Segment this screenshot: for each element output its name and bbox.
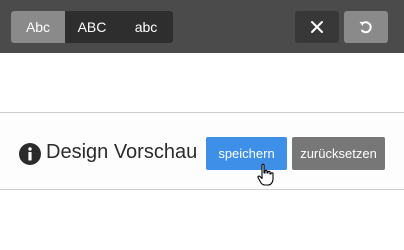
hand-cursor-icon [257, 163, 274, 186]
undo-icon [359, 21, 372, 34]
text-case-toggle-group: Abc ABC abc [11, 11, 173, 43]
undo-button[interactable] [344, 11, 388, 43]
reset-button[interactable]: zurücksetzen [292, 137, 385, 170]
case-button-title[interactable]: Abc [11, 11, 65, 43]
case-button-upper[interactable]: ABC [65, 11, 119, 43]
divider-bottom [0, 189, 404, 190]
info-icon [19, 143, 41, 165]
close-icon [311, 21, 323, 33]
design-preview-label: Design Vorschau [46, 141, 198, 163]
close-button[interactable] [295, 11, 339, 43]
case-button-lower[interactable]: abc [119, 11, 173, 43]
editor-toolbar: Abc ABC abc [0, 0, 404, 53]
